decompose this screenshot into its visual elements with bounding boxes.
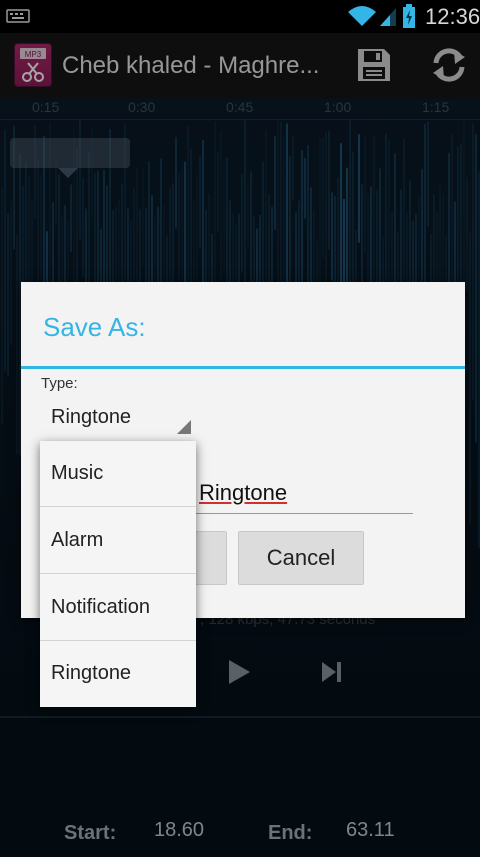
dialog-divider [21, 366, 465, 369]
dropdown-item-label: Alarm [51, 529, 104, 551]
dialog-title: Save As: [43, 312, 146, 342]
dropdown-item-label: Ringtone [51, 662, 132, 684]
filename-value: Ringtone [199, 480, 288, 505]
dropdown-item-label: Notification [51, 596, 150, 618]
battery-icon [403, 4, 415, 28]
dropdown-item-music[interactable]: Music [40, 441, 196, 507]
dropdown-item-notification[interactable]: Notification [40, 575, 196, 641]
status-bar: 12:36 [0, 0, 480, 33]
filename-input[interactable]: Ringtone [191, 478, 413, 514]
dropdown-item-label: Music [51, 462, 104, 484]
keyboard-icon [6, 9, 30, 23]
type-dropdown-list: Music Alarm Notification Ringtone [40, 441, 196, 707]
dropdown-item-alarm[interactable]: Alarm [40, 508, 196, 574]
spinner-arrow-icon [177, 420, 191, 434]
dropdown-item-ringtone[interactable]: Ringtone [40, 641, 196, 707]
cancel-button[interactable]: Cancel [238, 531, 364, 585]
type-label: Type: [41, 375, 78, 392]
status-time: 12:36 [425, 4, 480, 29]
type-spinner-value: Ringtone [51, 406, 132, 428]
signal-icon [380, 8, 396, 26]
type-spinner[interactable]: Ringtone [41, 398, 193, 438]
wifi-icon [348, 6, 376, 26]
